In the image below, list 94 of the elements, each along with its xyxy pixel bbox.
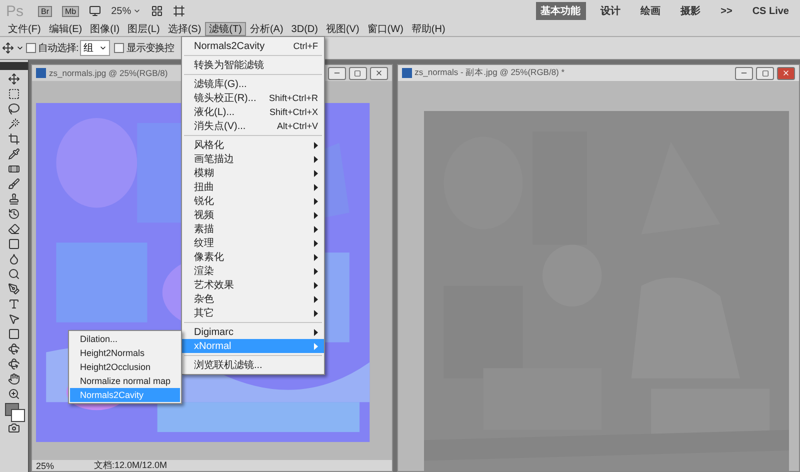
menu-item[interactable]: Dilation... — [70, 332, 180, 346]
close-button[interactable] — [370, 66, 388, 80]
marquee-tool-icon[interactable] — [8, 88, 20, 100]
menu-item[interactable]: 图层(L) — [124, 22, 164, 36]
menu-item[interactable]: 图像(I) — [86, 22, 124, 36]
menu-item[interactable]: 分析(A) — [246, 22, 288, 36]
maximize-button[interactable] — [756, 66, 774, 80]
rectangle-icon[interactable] — [8, 328, 20, 340]
menu-item[interactable]: 镜头校正(R)... Shift+Ctrl+R — [182, 91, 324, 105]
menu-item[interactable]: 纹理 — [182, 236, 324, 250]
menu-item[interactable]: Normals2Cavity Ctrl+F — [182, 39, 324, 53]
menu-item[interactable]: Height2Normals — [70, 346, 180, 360]
select-field[interactable]: 组 — [80, 40, 110, 56]
move-tool-icon[interactable] — [8, 73, 20, 85]
workspace-button[interactable]: 设计 — [596, 2, 626, 20]
document-icon — [402, 68, 412, 78]
close-icon — [374, 69, 383, 77]
menu-item[interactable]: 其它 — [182, 306, 324, 320]
caret-icon[interactable] — [16, 44, 24, 52]
menu-item[interactable]: 像素化 — [182, 250, 324, 264]
app-button[interactable]: Br — [38, 6, 52, 16]
menu-item[interactable]: Digimarc — [182, 325, 324, 339]
rotate-3d-icon[interactable] — [8, 343, 20, 355]
window-title: zs_normals - 副本.jpg @ 25%(RGB/8) * — [414, 67, 566, 79]
workspace-button[interactable]: 摄影 — [676, 2, 706, 20]
menu-item[interactable]: 3D(D) — [287, 22, 322, 36]
menu-item[interactable]: 文件(F) — [4, 22, 45, 36]
menu-item[interactable]: 视图(V) — [322, 22, 364, 36]
color-swatch[interactable] — [5, 403, 23, 419]
workspace-button[interactable]: 绘画 — [636, 2, 666, 20]
eyedropper-icon[interactable] — [8, 148, 20, 160]
menu-item[interactable]: 渲染 — [182, 264, 324, 278]
panel-header — [0, 62, 28, 70]
eraser-icon[interactable] — [8, 223, 20, 235]
zoom-icon[interactable] — [8, 388, 20, 400]
menu-item[interactable]: 素描 — [182, 222, 324, 236]
maximize-icon — [354, 70, 362, 76]
menu-item[interactable]: 杂色 — [182, 292, 324, 306]
app-button[interactable]: Mb — [62, 6, 80, 16]
close-button[interactable] — [777, 66, 795, 80]
menu-item[interactable]: 模糊 — [182, 166, 324, 180]
checkbox[interactable] — [26, 43, 36, 53]
menu-item[interactable]: 滤镜(T) — [205, 22, 246, 36]
maximize-button[interactable] — [348, 66, 367, 80]
minimize-button[interactable] — [328, 66, 346, 80]
menu-item[interactable]: Height2Occlusion — [70, 360, 180, 374]
menu-item[interactable]: 液化(L)... Shift+Ctrl+X — [182, 105, 324, 119]
minimize-button[interactable] — [735, 66, 753, 80]
menu-item[interactable]: 锐化 — [182, 194, 324, 208]
type-tool-icon[interactable] — [8, 298, 20, 310]
menu-item[interactable]: 滤镜库(G)... — [182, 77, 324, 91]
close-icon — [782, 69, 790, 77]
history-brush-icon[interactable] — [8, 208, 20, 220]
move-tool-icon[interactable] — [2, 42, 14, 54]
menu-item[interactable]: 浏览联机滤镜... — [182, 358, 324, 372]
menu-item[interactable]: Normalize normal map — [70, 374, 180, 388]
brush-icon[interactable] — [8, 178, 20, 190]
crop-icon[interactable] — [8, 133, 20, 145]
bandage-icon[interactable] — [8, 163, 20, 175]
camera-icon[interactable] — [8, 422, 20, 434]
menu-item[interactable]: 消失点(V)... Alt+Ctrl+V — [182, 119, 324, 133]
stamp-icon[interactable] — [8, 193, 20, 205]
menu-item[interactable]: 画笔描边 — [182, 152, 324, 166]
maximize-icon — [762, 70, 768, 76]
menu-item[interactable]: 艺术效果 — [182, 278, 324, 292]
checkbox-label: 显示变换控 — [126, 42, 174, 55]
lasso-tool-icon[interactable] — [8, 103, 20, 115]
checkbox-label: 自动选择: — [38, 42, 78, 55]
menu-item[interactable]: 窗口(W) — [363, 22, 408, 36]
pointer-icon[interactable] — [8, 313, 20, 325]
menu-item[interactable]: 转换为智能滤镜 — [182, 58, 324, 72]
arrange-icon[interactable] — [151, 5, 164, 17]
zoom-level: 25% — [36, 460, 54, 470]
hand-icon[interactable] — [8, 373, 20, 385]
checkbox[interactable] — [114, 43, 124, 53]
workspace-button[interactable]: 基本功能 — [536, 2, 586, 20]
menu-item[interactable]: 帮助(H) — [407, 22, 450, 36]
document-size: 文档:12.0M/12.0M — [94, 459, 168, 472]
app-logo: Ps — [6, 2, 25, 20]
magic-wand-icon[interactable] — [8, 118, 20, 130]
pen-tool-icon[interactable] — [8, 283, 20, 295]
menu-item[interactable]: 选择(S) — [164, 22, 206, 36]
menu-item[interactable]: 编辑(E) — [44, 22, 86, 36]
droplet-icon[interactable] — [8, 253, 20, 265]
caret-icon — [133, 7, 142, 15]
cs-live-button[interactable]: CS Live — [747, 4, 794, 18]
zoom-dropdown[interactable]: 25% — [111, 6, 142, 16]
document-icon — [36, 68, 46, 78]
window-title: zs_normals.jpg @ 25%(RGB/8) — [49, 68, 169, 78]
caret-icon — [99, 44, 108, 52]
menu-item[interactable]: 视频 — [182, 208, 324, 222]
more-button[interactable]: >> — [716, 4, 738, 18]
menu-item[interactable]: 扭曲 — [182, 180, 324, 194]
menu-item[interactable]: 风格化 — [182, 138, 324, 152]
